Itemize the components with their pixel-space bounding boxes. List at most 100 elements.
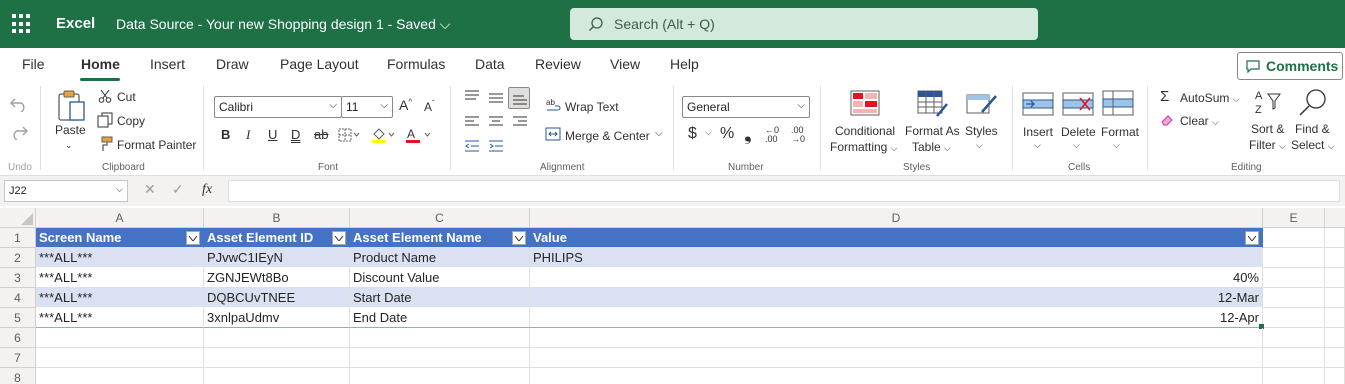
cell[interactable] [350, 348, 530, 368]
cell[interactable] [530, 348, 1263, 368]
row-header-8[interactable]: 8 [0, 368, 36, 384]
row-header-4[interactable]: 4 [0, 288, 36, 308]
sort-filter-button[interactable]: Filter ⌵ [1249, 138, 1286, 152]
italic-icon[interactable]: I [246, 127, 250, 143]
app-name[interactable]: Excel [56, 15, 95, 32]
format-painter-button[interactable]: Format Painter [117, 138, 196, 152]
row-header-5[interactable]: 5 [0, 308, 36, 328]
cell[interactable] [1325, 308, 1345, 328]
column-header-a[interactable]: A [36, 208, 204, 228]
tab-help[interactable]: Help [670, 56, 699, 72]
format-cells-button[interactable]: Format [1101, 125, 1139, 139]
row-header-6[interactable]: 6 [0, 328, 36, 348]
sort-filter-label-1[interactable]: Sort & [1251, 122, 1284, 136]
cell[interactable] [1325, 228, 1345, 248]
table-cell[interactable]: 12-Apr [530, 308, 1263, 328]
tab-draw[interactable]: Draw [216, 56, 249, 72]
paste-button[interactable]: Paste [55, 123, 86, 137]
font-color-icon[interactable]: A [404, 126, 434, 144]
align-bottom-button[interactable] [508, 87, 530, 109]
table-cell[interactable]: DQBCUvTNEE [204, 288, 350, 308]
row-header-1[interactable]: 1 [0, 228, 36, 248]
increase-font-size-icon[interactable]: A^ [399, 97, 412, 113]
table-header-cell[interactable]: Asset Element ID [204, 228, 350, 248]
row-header-7[interactable]: 7 [0, 348, 36, 368]
font-family-dropdown[interactable]: Calibri ⌵ [214, 96, 342, 118]
filter-dropdown-button[interactable] [512, 231, 526, 245]
filter-dropdown-button[interactable] [332, 231, 346, 245]
cell[interactable] [1263, 288, 1325, 308]
paste-chevron-icon[interactable]: ⌄ [65, 140, 73, 151]
autosum-button[interactable]: AutoSum ⌵ [1180, 91, 1240, 105]
cell[interactable] [204, 348, 350, 368]
redo-icon[interactable] [10, 124, 28, 140]
tab-review[interactable]: Review [535, 56, 581, 72]
row-header-3[interactable]: 3 [0, 268, 36, 288]
align-top-icon[interactable] [464, 90, 480, 102]
document-title[interactable]: Data Source - Your new Shopping design 1… [116, 16, 450, 33]
table-cell[interactable]: End Date [350, 308, 530, 328]
tab-insert[interactable]: Insert [150, 56, 185, 72]
column-header-e[interactable]: E [1263, 208, 1325, 228]
decrease-indent-icon[interactable] [464, 140, 480, 152]
table-cell[interactable]: PJvwC1IEyN [204, 248, 350, 268]
table-header-cell[interactable]: Asset Element Name [350, 228, 530, 248]
table-cell[interactable]: ***ALL*** [36, 268, 204, 288]
paste-icon[interactable] [56, 88, 86, 122]
cell[interactable] [36, 328, 204, 348]
cell[interactable] [1325, 268, 1345, 288]
cut-button[interactable]: Cut [117, 90, 136, 104]
cell[interactable] [1263, 308, 1325, 328]
table-cell[interactable]: ***ALL*** [36, 288, 204, 308]
decrease-font-size-icon[interactable]: Aˇ [424, 99, 435, 114]
app-launcher-icon[interactable] [12, 14, 32, 34]
formula-input[interactable] [228, 180, 1340, 202]
copy-button[interactable]: Copy [117, 114, 145, 128]
chevron-down-icon[interactable]: ⌵ [705, 127, 712, 138]
align-right-icon[interactable] [512, 116, 528, 128]
delete-cells-button[interactable]: Delete [1061, 125, 1096, 139]
number-format-dropdown[interactable]: General ⌵ [682, 96, 810, 118]
cell[interactable] [1263, 328, 1325, 348]
chevron-down-icon[interactable]: ⌵ [1073, 140, 1080, 151]
cell[interactable] [1263, 368, 1325, 384]
table-cell[interactable]: 12-Mar [530, 288, 1263, 308]
table-cell[interactable]: Discount Value [350, 268, 530, 288]
table-cell[interactable]: ***ALL*** [36, 248, 204, 268]
tab-formulas[interactable]: Formulas [387, 56, 445, 72]
search-box[interactable]: Search (Alt + Q) [570, 8, 1038, 40]
decrease-decimal-icon[interactable]: .00 →0 [791, 126, 805, 144]
name-box[interactable]: J22 ⌵ [4, 180, 128, 202]
cancel-icon[interactable]: ✕ [144, 181, 156, 198]
filter-dropdown-button[interactable] [186, 231, 200, 245]
percent-icon[interactable]: % [720, 125, 734, 143]
align-center-icon[interactable] [488, 116, 504, 128]
bold-icon[interactable]: B [221, 127, 230, 142]
double-underline-icon[interactable]: D [291, 127, 300, 142]
cell[interactable] [1325, 288, 1345, 308]
tab-home[interactable]: Home [81, 56, 120, 72]
find-select-label-1[interactable]: Find & [1295, 122, 1330, 136]
format-as-table-label-1[interactable]: Format As [905, 124, 960, 138]
tab-data[interactable]: Data [475, 56, 505, 72]
find-select-button[interactable]: Select ⌵ [1291, 138, 1335, 152]
column-header-c[interactable]: C [350, 208, 530, 228]
table-cell[interactable]: ZGNJEWt8Bo [204, 268, 350, 288]
insert-function-icon[interactable]: fx [202, 182, 212, 198]
tab-page-layout[interactable]: Page Layout [280, 56, 359, 72]
column-header-d[interactable]: D [530, 208, 1263, 228]
cell[interactable] [1263, 268, 1325, 288]
cell[interactable] [530, 368, 1263, 384]
cell[interactable] [36, 348, 204, 368]
borders-icon[interactable] [338, 128, 360, 142]
increase-decimal-icon[interactable]: ←0.00 [765, 126, 779, 144]
cell[interactable] [1325, 368, 1345, 384]
cell[interactable] [350, 328, 530, 348]
increase-indent-icon[interactable] [488, 140, 504, 152]
table-header-cell[interactable]: Value [530, 228, 1263, 248]
confirm-icon[interactable]: ✓ [172, 181, 184, 198]
cell[interactable] [1325, 248, 1345, 268]
table-header-cell[interactable]: Screen Name [36, 228, 204, 248]
column-header-b[interactable]: B [204, 208, 350, 228]
align-middle-icon[interactable] [488, 92, 504, 104]
